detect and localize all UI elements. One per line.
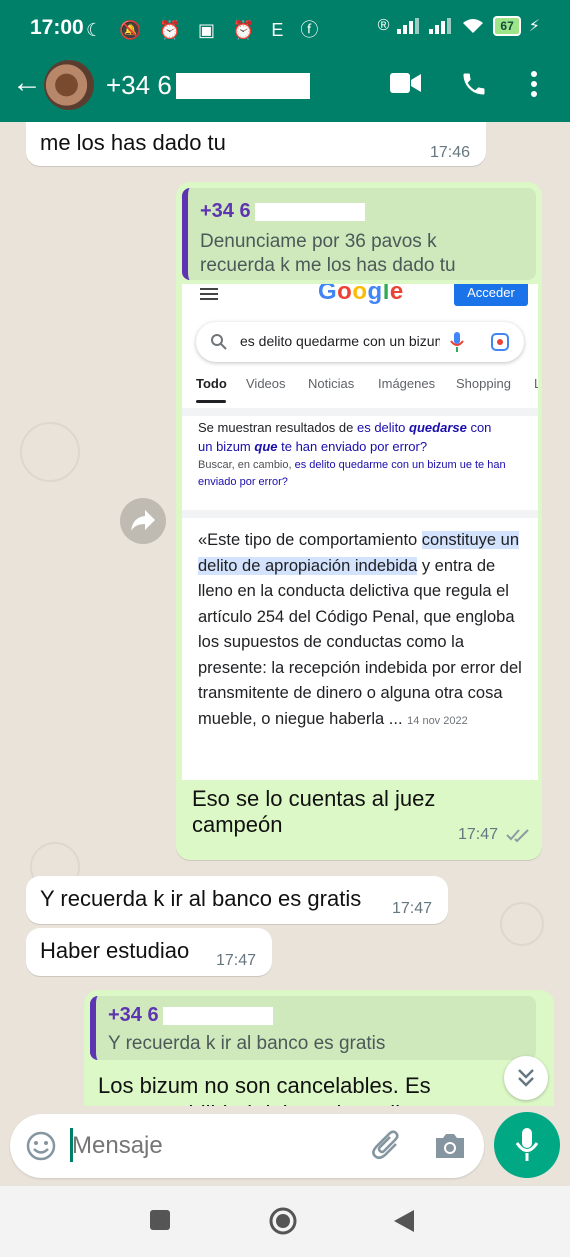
contact-name[interactable]: +34 6 — [106, 70, 310, 101]
mic-icon — [516, 1128, 538, 1161]
chat-app-bar: ← +34 6 — [0, 56, 570, 122]
tab-imagenes: Imágenes — [378, 376, 436, 391]
tab-noticias: Noticias — [308, 376, 355, 391]
message-bubble-incoming[interactable]: Haber estudiao 17:47 — [26, 928, 272, 976]
top-bar: 17:00 ☾ 🔕 ⏰ ▣ ⏰ E ⓕ ® 67 ⚡ ← +34 6 — [0, 0, 570, 122]
message-bubble-incoming[interactable]: me los has dado tu 17:46 — [26, 122, 486, 166]
status-bar: 17:00 ☾ 🔕 ⏰ ▣ ⏰ E ⓕ ® 67 ⚡ — [0, 0, 570, 56]
message-time: 17:46 — [430, 144, 471, 161]
spelling-correction: Se muestran resultados de es delito qued… — [198, 420, 506, 488]
forward-icon — [131, 510, 155, 531]
search-icon — [211, 334, 227, 350]
chat-area[interactable]: me los has dado tu 17:46 +34 6 Denunciam… — [0, 122, 570, 1106]
paperclip-icon[interactable] — [372, 1130, 402, 1162]
search-query: es delito quedarme con un bizum — [240, 333, 440, 349]
quoted-message[interactable]: +34 6 Y recuerda k ir al banco es gratis — [90, 996, 536, 1060]
hamburger-menu-icon — [200, 288, 218, 300]
signal-icon — [397, 18, 420, 34]
system-nav-bar — [0, 1186, 570, 1257]
status-time: 17:00 — [30, 16, 84, 39]
message-text: Y recuerda k ir al banco es gratis — [40, 886, 362, 911]
video-call-icon[interactable] — [390, 70, 422, 96]
triangle-back-icon[interactable] — [392, 1208, 416, 1234]
quoted-text: Y recuerda k ir al banco es gratis — [108, 1033, 386, 1054]
read-ticks-icon — [506, 829, 529, 842]
forward-button[interactable] — [120, 498, 166, 544]
divider — [182, 510, 538, 518]
message-bubble-outgoing[interactable]: +34 6 Y recuerda k ir al banco es gratis… — [84, 990, 554, 1106]
quoted-author: +34 6 — [200, 200, 365, 223]
emoji-icon[interactable] — [26, 1131, 56, 1161]
contact-number: +34 6 — [106, 70, 172, 100]
redaction-box — [162, 1006, 273, 1025]
wallpaper-doodle — [500, 902, 544, 946]
battery-level: 67 — [493, 16, 521, 36]
google-search-box: es delito quedarme con un bizum — [196, 322, 524, 362]
message-bubble-incoming[interactable]: Y recuerda k ir al banco es gratis 17:47 — [26, 876, 448, 924]
status-system-icons: ® 67 ⚡ — [378, 16, 540, 36]
redaction-box — [254, 202, 365, 221]
tab-shopping: Shopping — [456, 376, 511, 391]
tab-more: L — [534, 376, 538, 391]
message-time: 17:47 — [216, 952, 257, 969]
quoted-text: Denunciame por 36 pavos k recuerda k me … — [200, 231, 456, 276]
divider — [182, 408, 538, 416]
message-text: Haber estudiao — [40, 938, 190, 963]
snippet-date: 14 nov 2022 — [407, 714, 468, 727]
message-text: Eso se lo cuentas al juez campeón — [192, 786, 436, 837]
message-time: 17:47 — [458, 826, 499, 843]
google-tabs: Todo Videos Noticias Imágenes Shopping L — [196, 376, 538, 406]
wifi-icon — [463, 19, 484, 33]
wallpaper-doodle — [20, 422, 80, 482]
google-header: Google Acceder — [182, 284, 538, 310]
message-composer — [10, 1114, 484, 1178]
quoted-message[interactable]: +34 6 Denunciame por 36 pavos k recuerda… — [182, 188, 536, 280]
message-text: Los bizum no son cancelables. Es respons… — [98, 1073, 431, 1106]
scroll-to-bottom-button[interactable] — [504, 1056, 548, 1100]
tab-videos: Videos — [246, 376, 286, 391]
circle-icon[interactable] — [268, 1206, 298, 1236]
acceder-button: Acceder — [454, 284, 528, 306]
message-time: 17:47 — [392, 900, 433, 917]
quoted-author: +34 6 — [108, 1004, 273, 1027]
active-tab-underline — [196, 400, 226, 403]
lens-icon — [491, 333, 509, 351]
message-input[interactable] — [72, 1132, 342, 1160]
phone-icon[interactable] — [460, 70, 488, 98]
tab-todo: Todo — [196, 376, 227, 391]
square-icon[interactable] — [148, 1208, 172, 1232]
more-vert-icon[interactable] — [528, 70, 540, 98]
double-chevron-down-icon — [518, 1069, 534, 1087]
back-arrow-icon[interactable]: ← — [12, 68, 42, 98]
camera-icon[interactable] — [434, 1132, 466, 1160]
registered-icon: ® — [377, 17, 390, 34]
contact-avatar[interactable] — [44, 60, 94, 110]
signal-2-icon — [429, 18, 452, 34]
voice-search-icon — [450, 332, 464, 352]
shared-image[interactable]: Google Acceder es delito quedarme con un… — [182, 284, 538, 780]
redaction-box — [175, 72, 310, 99]
message-text: me los has dado tu — [40, 130, 226, 155]
status-notification-icons: ☾ 🔕 ⏰ ▣ ⏰ E ⓕ — [86, 20, 325, 40]
featured-snippet: «Este tipo de comportamiento constituye … — [198, 531, 522, 728]
google-logo: Google — [318, 284, 404, 305]
mic-button[interactable] — [494, 1112, 560, 1178]
charging-icon: ⚡ — [528, 18, 540, 35]
